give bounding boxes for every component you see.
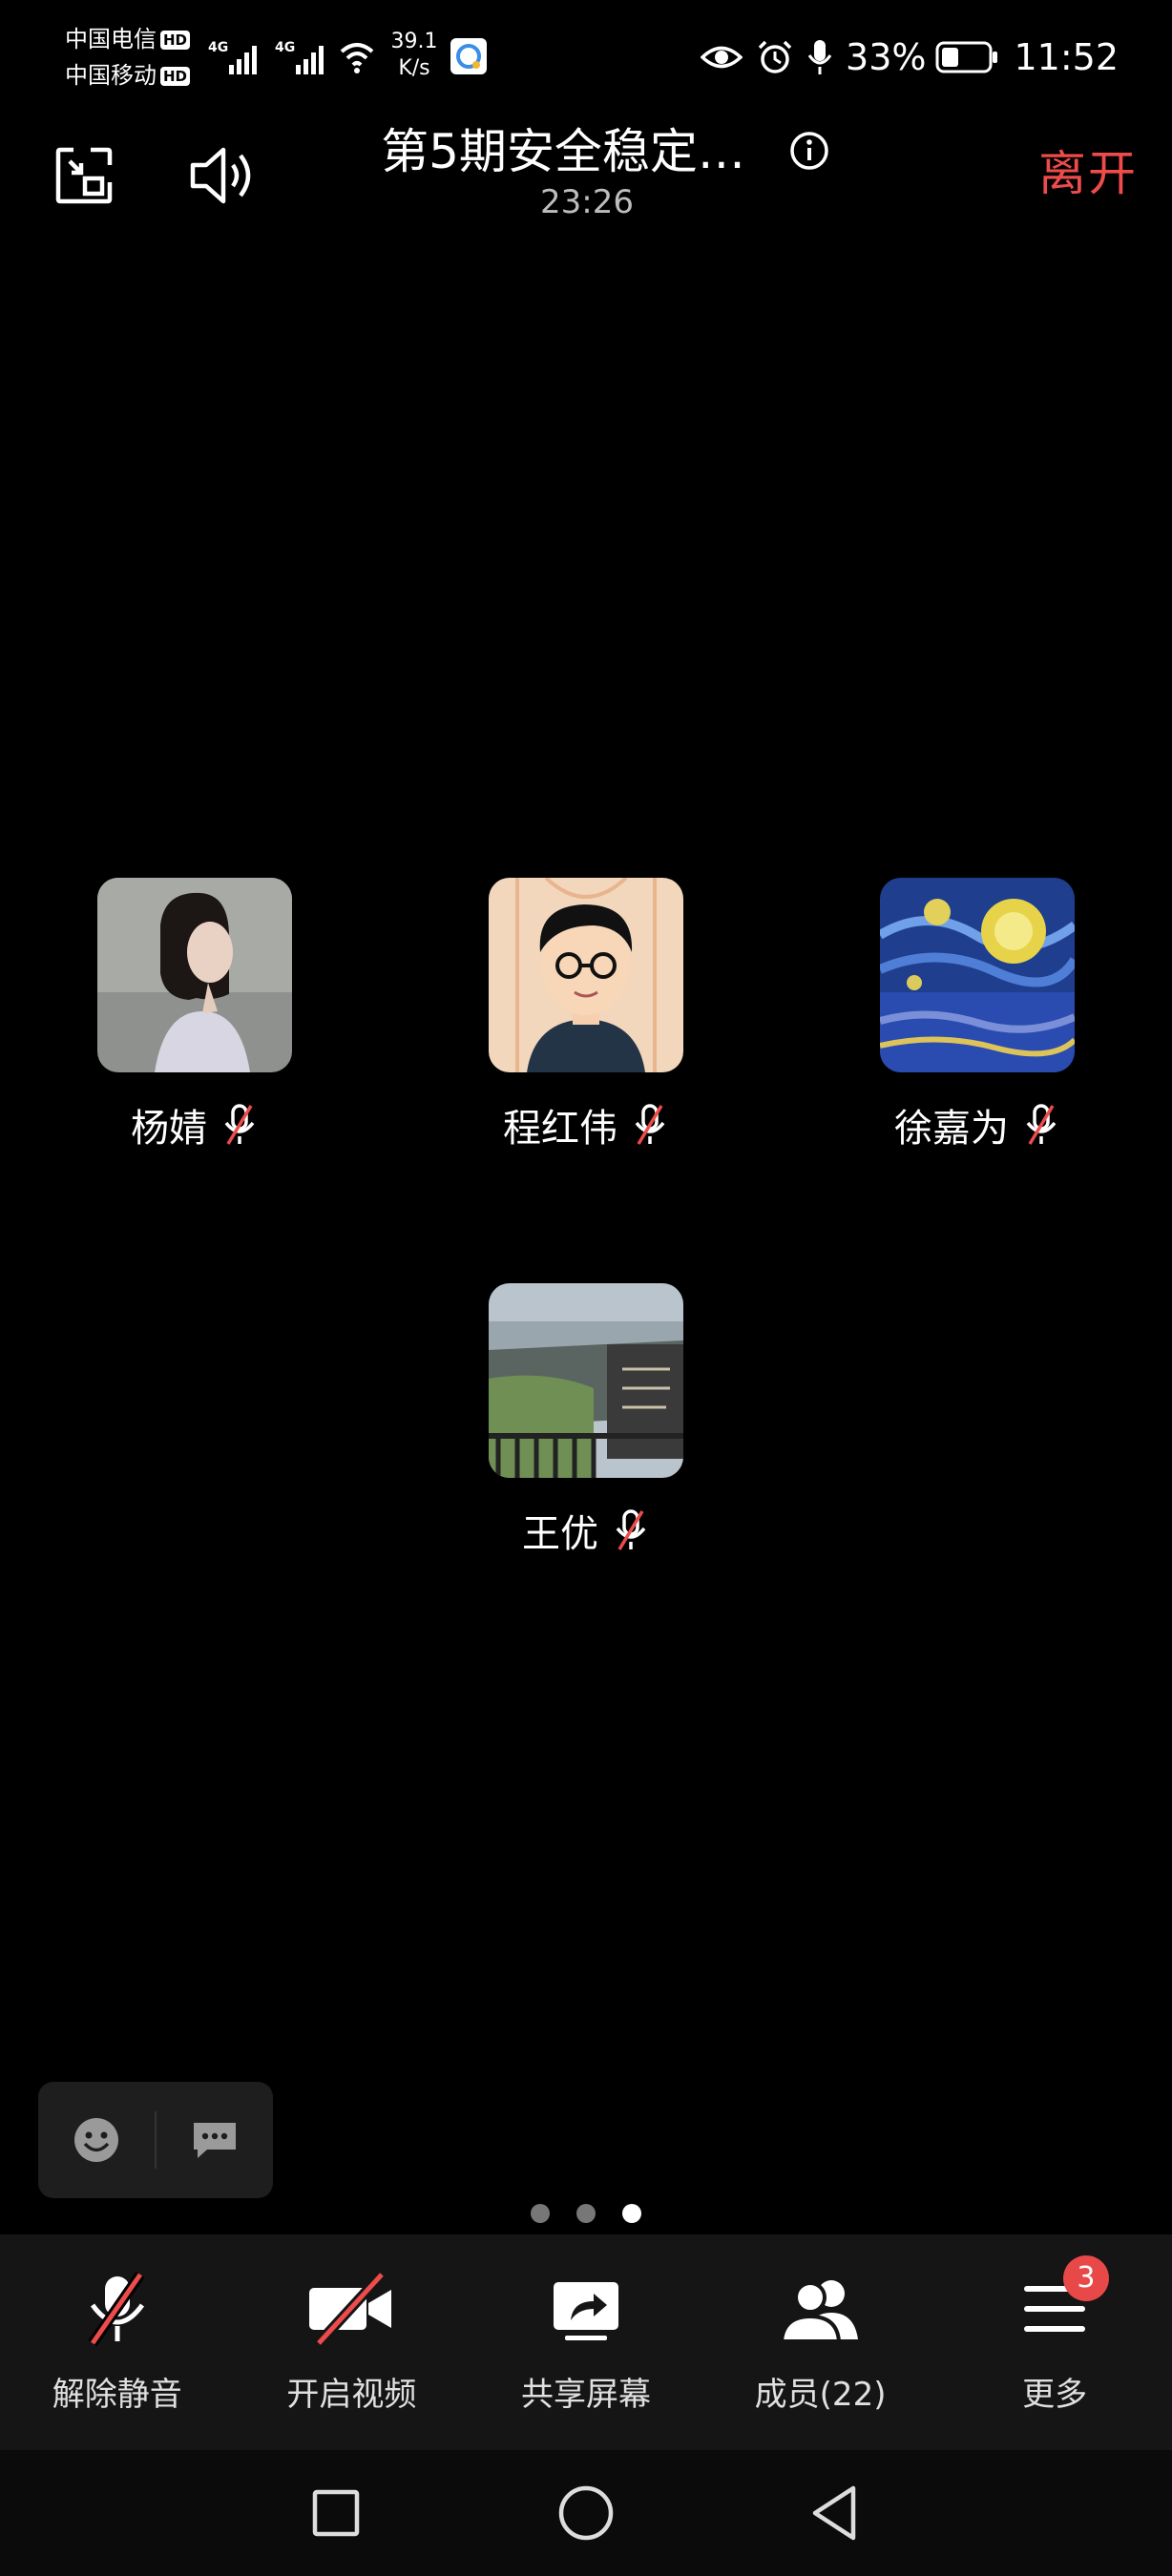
battery-percent: 33%: [846, 36, 927, 78]
speaker-button[interactable]: [187, 139, 260, 212]
eye-icon: [701, 46, 743, 69]
page-indicator: [0, 2204, 1172, 2223]
signal-icon: 4G 4G: [208, 40, 374, 74]
emoji-button[interactable]: [38, 2082, 155, 2198]
microphone-icon: [807, 40, 832, 74]
hd-badge: HD: [160, 31, 191, 50]
participant-name: 杨婧: [131, 1107, 207, 1151]
page-dot-active[interactable]: [622, 2204, 641, 2223]
members-icon: [779, 2280, 858, 2343]
network-speed: 39.1 K/s: [387, 29, 441, 82]
meeting-timer: 23:26: [540, 183, 634, 221]
page-dot[interactable]: [576, 2204, 596, 2223]
back-triangle-icon: [812, 2485, 856, 2541]
net-type-label-2: 4G: [275, 40, 295, 55]
net-type-label: 4G: [208, 40, 228, 55]
more-button[interactable]: 3 更多: [937, 2234, 1172, 2450]
avatar: [489, 1283, 683, 1478]
status-right: 33% 11:52: [701, 31, 1119, 84]
home-button[interactable]: [548, 2475, 624, 2551]
page-dot[interactable]: [531, 2204, 550, 2223]
start-video-label: 开启视频: [286, 2376, 417, 2414]
participant-name-row: 程红伟: [462, 1097, 710, 1153]
participant-tile[interactable]: 杨婧: [71, 878, 319, 1153]
participant-tile[interactable]: 徐嘉为: [853, 878, 1101, 1153]
home-circle-icon: [558, 2485, 614, 2541]
microphone-muted-icon: [88, 2271, 145, 2347]
screen: 中国电信 HD 中国移动 HD 4G 4G 39.1 K/s 33% 11:52…: [0, 0, 1172, 2576]
avatar: [489, 878, 683, 1072]
microphone-muted-icon: [635, 1104, 665, 1145]
members-button[interactable]: 成员(22): [703, 2234, 938, 2450]
hd-badge: HD: [160, 67, 191, 86]
participant-name: 程红伟: [503, 1107, 617, 1151]
share-screen-button[interactable]: 共享屏幕: [469, 2234, 703, 2450]
info-icon[interactable]: [788, 130, 830, 172]
recents-square-icon: [312, 2489, 360, 2537]
meeting-toolbar: 解除静音 开启视频 共享屏幕 成员(22) 3 更多: [0, 2234, 1172, 2450]
participant-tile[interactable]: 王优: [462, 1283, 710, 1558]
share-screen-icon: [553, 2282, 618, 2340]
carrier-2-label: 中国移动: [65, 62, 157, 89]
participant-name: 徐嘉为: [894, 1107, 1009, 1151]
chat-button[interactable]: [157, 2082, 273, 2198]
reaction-pill: [38, 2082, 273, 2198]
participant-name-row: 徐嘉为: [853, 1097, 1101, 1153]
participant-name-row: 王优: [462, 1503, 710, 1558]
speaker-icon: [190, 147, 251, 204]
meeting-title[interactable]: 第5期安全稳定…: [344, 122, 783, 181]
leave-button[interactable]: 离开: [1038, 135, 1138, 204]
more-badge: 3: [1062, 2255, 1109, 2301]
unmute-button[interactable]: 解除静音: [0, 2234, 235, 2450]
microphone-muted-icon: [1026, 1104, 1057, 1145]
minimize-window-button[interactable]: [48, 139, 120, 212]
speed-unit: K/s: [398, 56, 430, 80]
carrier-2: 中国移动 HD: [65, 61, 191, 90]
wifi-icon: [340, 43, 374, 73]
participant-name-row: 杨婧: [71, 1097, 319, 1153]
battery-icon: [935, 41, 998, 73]
unmute-label: 解除静音: [52, 2376, 182, 2414]
system-nav-bar: [0, 2450, 1172, 2576]
alarm-icon: [758, 40, 792, 73]
carrier-1: 中国电信 HD: [65, 25, 191, 53]
emoji-icon: [74, 2118, 118, 2162]
microphone-muted-icon: [224, 1104, 255, 1145]
back-button[interactable]: [798, 2475, 874, 2551]
avatar: [880, 878, 1075, 1072]
participant-tile[interactable]: 程红伟: [462, 878, 710, 1153]
meeting-header: 第5期安全稳定… 23:26 离开: [0, 114, 1172, 239]
app-notification-icon: [450, 38, 487, 74]
carrier-1-label: 中国电信: [65, 26, 157, 52]
share-screen-label: 共享屏幕: [520, 2376, 651, 2414]
minimize-window-icon: [55, 147, 113, 204]
more-label: 更多: [1022, 2376, 1088, 2414]
participant-name: 王优: [522, 1512, 598, 1556]
video-off-icon: [309, 2271, 392, 2347]
recents-button[interactable]: [298, 2475, 374, 2551]
clock: 11:52: [1014, 36, 1119, 78]
members-label: 成员(22): [754, 2376, 887, 2414]
status-bar: 中国电信 HD 中国移动 HD 4G 4G 39.1 K/s 33% 11:52: [0, 0, 1172, 114]
avatar: [97, 878, 292, 1072]
start-video-button[interactable]: 开启视频: [235, 2234, 470, 2450]
speed-value: 39.1: [390, 30, 438, 53]
chat-icon: [194, 2123, 236, 2158]
microphone-muted-icon: [616, 1509, 646, 1550]
